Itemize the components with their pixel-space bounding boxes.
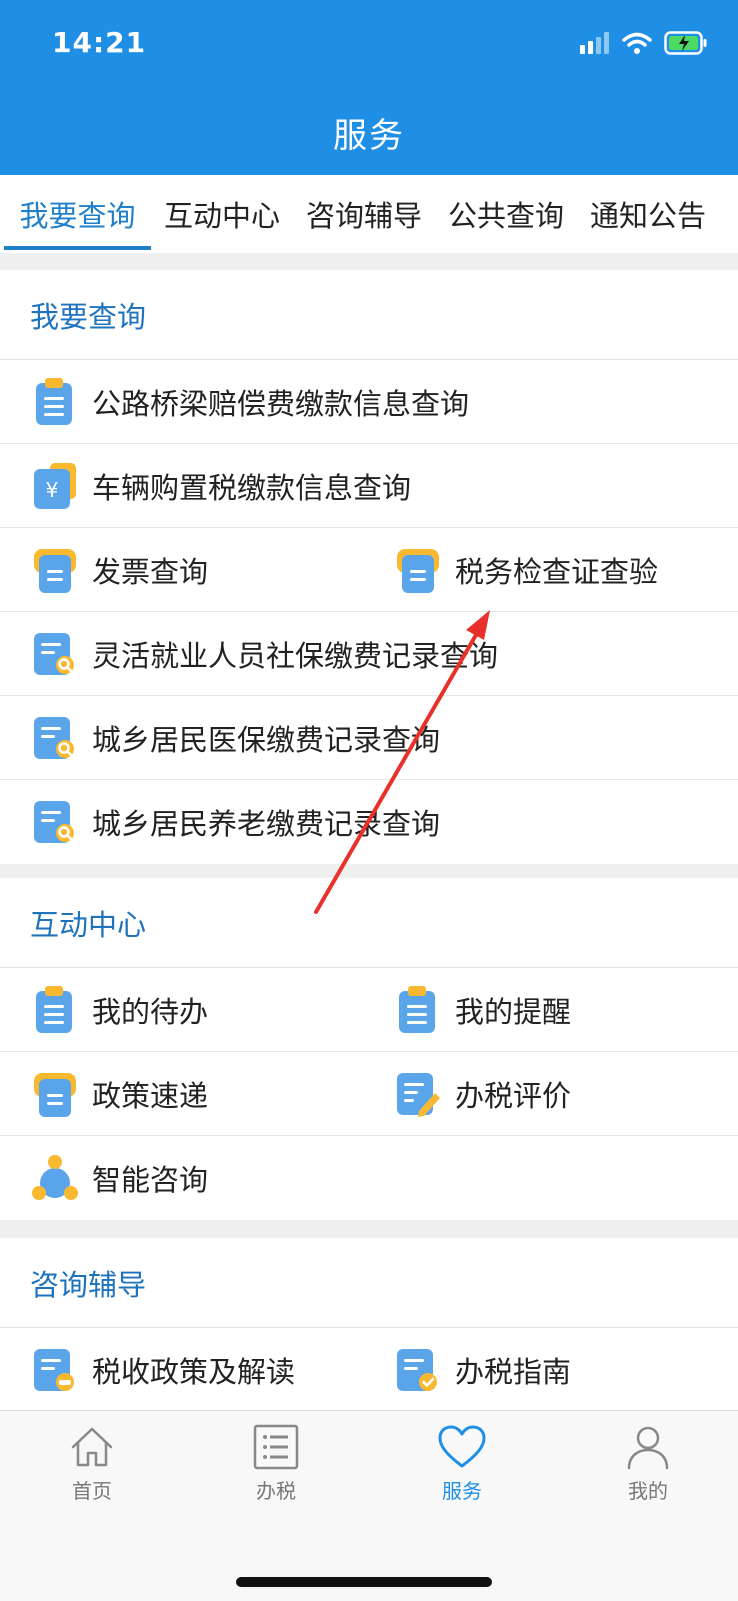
tab-public-query[interactable]: 公共查询 (435, 175, 577, 253)
list-row: 智能咨询 (0, 1136, 738, 1220)
item-label: 税务检查证查验 (455, 554, 659, 589)
item-my-reminders[interactable]: 我的提醒 (369, 968, 738, 1051)
heart-icon (438, 1425, 486, 1468)
item-label: 我的待办 (92, 994, 209, 1029)
doc-check-icon (395, 1345, 441, 1395)
item-label: 办税评价 (455, 1078, 572, 1113)
folder-doc-icon (395, 545, 441, 595)
yuan-doc-icon: ¥ (32, 461, 78, 511)
status-time: 14:21 (52, 26, 147, 59)
page-title: 服务 (333, 116, 405, 156)
item-tax-policy-interpretation[interactable]: 税收政策及解读 (0, 1328, 369, 1410)
list-row: 税收政策及解读 办税指南 (0, 1328, 738, 1410)
nav-label: 服务 (442, 1479, 482, 1503)
doc-search-icon (32, 797, 78, 847)
nav-label: 我的 (628, 1479, 668, 1503)
list-row: ¥ 车辆购置税缴款信息查询 (0, 444, 738, 528)
item-vehicle-tax-query[interactable]: ¥ 车辆购置税缴款信息查询 (0, 444, 738, 527)
nav-label: 办税 (256, 1479, 296, 1503)
nav-service[interactable]: 服务 (402, 1423, 522, 1504)
home-indicator[interactable] (236, 1577, 492, 1587)
tab-consultation[interactable]: 咨询辅导 (293, 175, 435, 253)
doc-search-icon (32, 713, 78, 763)
item-label: 车辆购置税缴款信息查询 (92, 470, 412, 505)
list-row: 公路桥梁赔偿费缴款信息查询 (0, 360, 738, 444)
user-icon (627, 1426, 669, 1470)
list-row: 城乡居民医保缴费记录查询 (0, 696, 738, 780)
list-row: 发票查询 税务检查证查验 (0, 528, 738, 612)
item-pension-query[interactable]: 城乡居民养老缴费记录查询 (0, 780, 738, 864)
item-smart-consult[interactable]: 智能咨询 (0, 1136, 369, 1220)
doc-search-icon (32, 629, 78, 679)
item-policy-express[interactable]: 政策速递 (0, 1052, 369, 1135)
cellular-signal-icon (580, 32, 609, 54)
nav-home[interactable]: 首页 (32, 1423, 152, 1504)
list-row: 灵活就业人员社保缴费记录查询 (0, 612, 738, 696)
section-title: 咨询辅导 (0, 1238, 738, 1328)
tab-interaction-center[interactable]: 互动中心 (151, 175, 293, 253)
clipboard-icon (32, 985, 78, 1035)
tab-my-query[interactable]: 我要查询 (4, 175, 151, 253)
item-label: 城乡居民医保缴费记录查询 (92, 722, 441, 757)
battery-charging-icon (664, 31, 707, 55)
clipboard-icon (32, 377, 78, 427)
list-row: 我的待办 我的提醒 (0, 968, 738, 1052)
section-consultation: 咨询辅导 税收政策及解读 办税指南 (0, 1238, 738, 1410)
item-label: 发票查询 (92, 554, 209, 589)
svg-text:¥: ¥ (46, 478, 59, 502)
bottom-nav: 首页 办税 服务 我的 (0, 1410, 738, 1601)
network-icon (32, 1153, 78, 1203)
section-interaction-center: 互动中心 我的待办 我的提醒 政策速递 办税评价 智能咨询 (0, 878, 738, 1220)
wifi-icon (622, 32, 652, 54)
category-tabs: 我要查询 互动中心 咨询辅导 公共查询 通知公告 (0, 175, 738, 253)
folder-doc-icon (32, 1069, 78, 1119)
status-icons (580, 30, 708, 56)
section-title: 我要查询 (0, 270, 738, 360)
list-row: 政策速递 办税评价 (0, 1052, 738, 1136)
item-label: 我的提醒 (455, 994, 572, 1029)
list-icon (253, 1424, 299, 1470)
clipboard-icon (395, 985, 441, 1035)
section-my-query: 我要查询 公路桥梁赔偿费缴款信息查询 ¥ 车辆购置税缴款信息查询 发票查询 税务… (0, 270, 738, 864)
item-tax-service-rating[interactable]: 办税评价 (369, 1052, 738, 1135)
nav-tax[interactable]: 办税 (216, 1423, 336, 1504)
doc-car-icon (32, 1345, 78, 1395)
nav-label: 首页 (72, 1479, 112, 1503)
list-row: 城乡居民养老缴费记录查询 (0, 780, 738, 864)
item-invoice-query[interactable]: 发票查询 (0, 528, 369, 611)
item-label: 灵活就业人员社保缴费记录查询 (92, 638, 499, 673)
item-inspection-cert-verify[interactable]: 税务检查证查验 (369, 528, 738, 611)
item-medical-insurance-query[interactable]: 城乡居民医保缴费记录查询 (0, 696, 738, 779)
item-bridge-fee-query[interactable]: 公路桥梁赔偿费缴款信息查询 (0, 360, 738, 443)
item-tax-guide[interactable]: 办税指南 (369, 1328, 738, 1410)
item-label: 政策速递 (92, 1078, 209, 1113)
item-label: 办税指南 (455, 1355, 572, 1389)
folder-doc-icon (32, 545, 78, 595)
nav-mine[interactable]: 我的 (588, 1423, 708, 1504)
item-my-todo[interactable]: 我的待办 (0, 968, 369, 1051)
tab-notices[interactable]: 通知公告 (577, 175, 719, 253)
item-label: 智能咨询 (92, 1163, 209, 1197)
home-icon (71, 1427, 113, 1467)
app-header: 14:21 服务 (0, 0, 738, 175)
item-label: 税收政策及解读 (92, 1355, 296, 1389)
doc-edit-icon (395, 1069, 441, 1119)
section-title: 互动中心 (0, 878, 738, 968)
item-label: 公路桥梁赔偿费缴款信息查询 (92, 386, 470, 421)
item-label: 城乡居民养老缴费记录查询 (92, 807, 441, 841)
item-flexible-employment-social-query[interactable]: 灵活就业人员社保缴费记录查询 (0, 612, 738, 695)
